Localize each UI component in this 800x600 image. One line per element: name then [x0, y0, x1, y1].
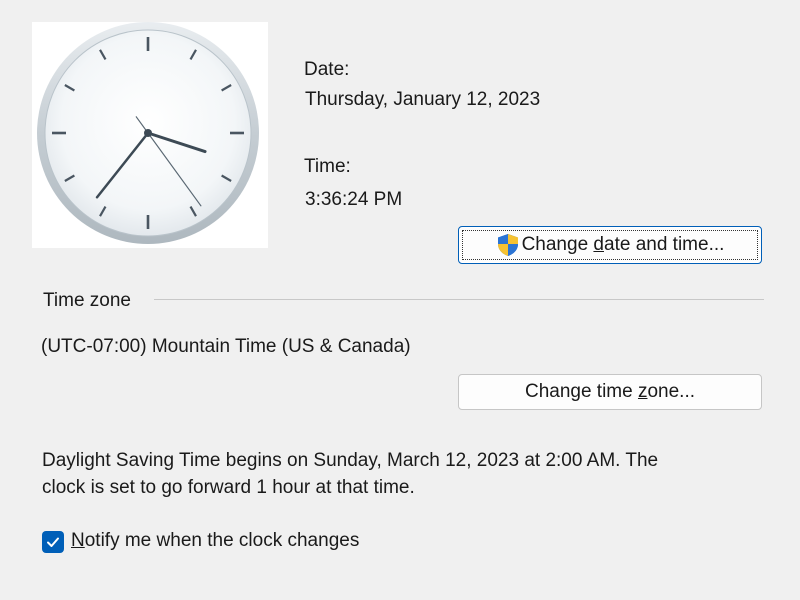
dst-info-text: Daylight Saving Time begins on Sunday, M… — [42, 447, 762, 501]
dst-info-line-1: Daylight Saving Time begins on Sunday, M… — [42, 450, 659, 471]
analog-clock — [32, 22, 268, 248]
date-value: Thursday, January 12, 2023 — [305, 89, 541, 110]
checkmark-icon — [47, 537, 59, 547]
clock-center — [144, 129, 152, 137]
timezone-group-divider — [154, 299, 764, 300]
notify-label[interactable]: Notify me when the clock changes — [71, 530, 359, 552]
clock-face — [37, 22, 259, 244]
time-label: Time: — [304, 156, 351, 177]
timezone-group-label: Time zone — [43, 290, 131, 311]
uac-shield-icon — [496, 233, 520, 257]
change-date-time-label: Change date and time... — [521, 234, 725, 255]
time-value: 3:36:24 PM — [305, 189, 403, 210]
timezone-value: (UTC-07:00) Mountain Time (US & Canada) — [41, 336, 411, 357]
change-date-time-button[interactable]: Change date and time... — [458, 226, 762, 264]
notify-checkbox[interactable] — [42, 531, 64, 553]
dst-info-line-2: clock is set to go forward 1 hour at tha… — [42, 477, 415, 498]
date-label: Date: — [304, 59, 350, 80]
change-time-zone-label: Change time zone... — [524, 381, 696, 402]
change-time-zone-button[interactable]: Change time zone... — [458, 374, 762, 410]
